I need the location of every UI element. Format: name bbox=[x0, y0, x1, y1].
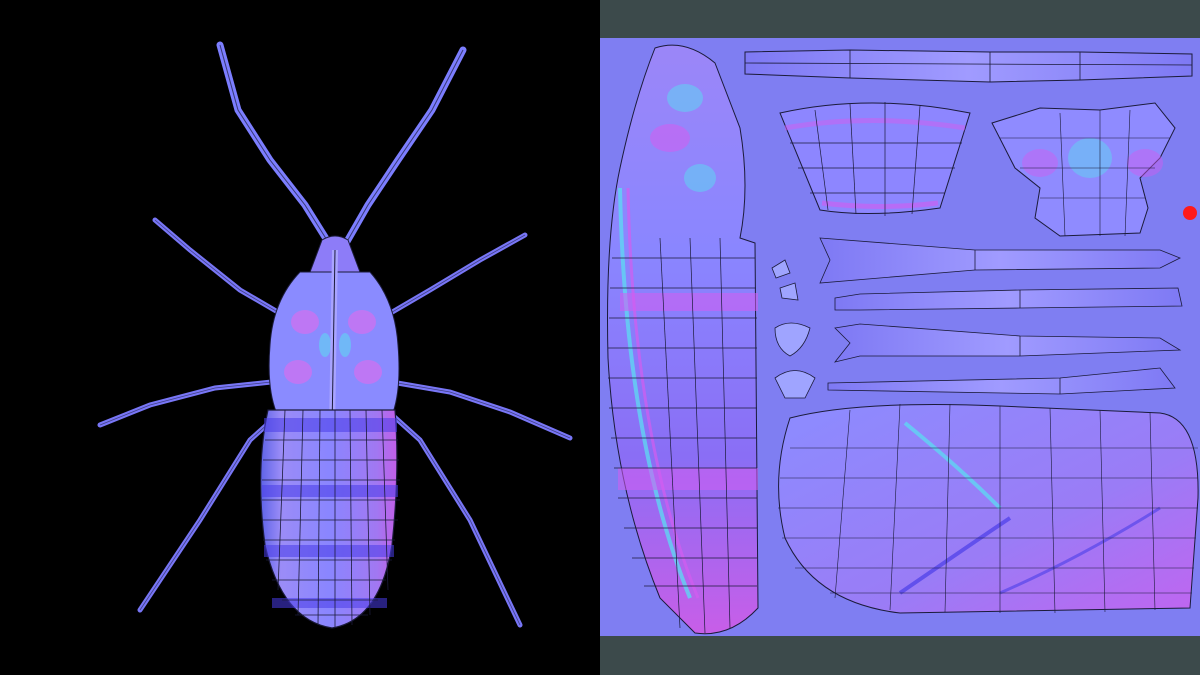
wing-uv-island bbox=[778, 403, 1199, 614]
small-uv-bits bbox=[771, 259, 816, 399]
antenna-uv-strip bbox=[744, 49, 1193, 83]
body-uv-island bbox=[607, 44, 759, 635]
thorax-plate-uv bbox=[779, 102, 971, 216]
cursor-marker[interactable] bbox=[1183, 206, 1197, 220]
uv-islands bbox=[607, 44, 1199, 635]
3d-viewport[interactable] bbox=[0, 0, 600, 675]
uv-editor-panel bbox=[600, 0, 1200, 675]
insect-model bbox=[97, 41, 573, 629]
normal-map-canvas[interactable] bbox=[600, 38, 1200, 636]
leg-uv-strips bbox=[819, 237, 1183, 395]
antennae bbox=[216, 41, 467, 249]
head-uv-island bbox=[991, 102, 1176, 237]
